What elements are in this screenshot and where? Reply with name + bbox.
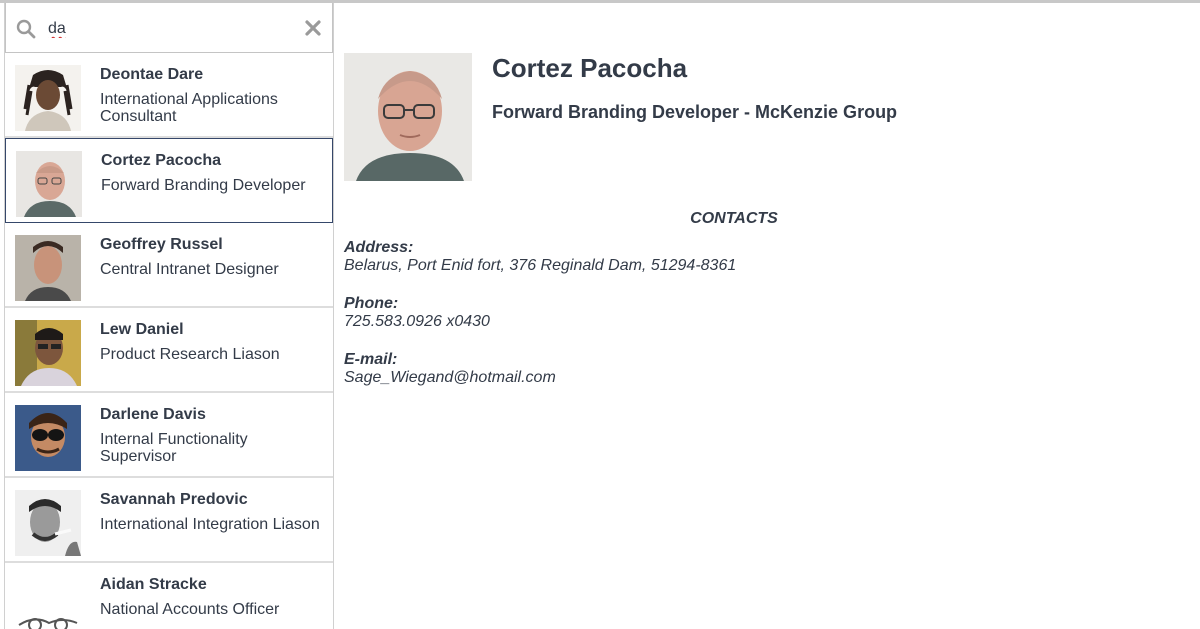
contacts-heading: CONTACTS	[690, 210, 778, 227]
contact-title: Product Research Liason	[100, 346, 280, 363]
search-input[interactable]	[46, 15, 296, 43]
contact-photo	[344, 53, 472, 181]
contact-list-panel: Deontae Dare International Applications …	[4, 3, 334, 629]
contact-name: Deontae Dare	[100, 66, 204, 83]
address-value: Belarus, Port Enid fort, 376 Reginald Da…	[344, 257, 737, 274]
contact-name: Darlene Davis	[100, 406, 206, 423]
contact-name: Geoffrey Russel	[100, 236, 223, 253]
list-item[interactable]: Deontae Dare International Applications …	[5, 53, 333, 138]
avatar	[15, 320, 81, 386]
email-label: E-mail:	[344, 351, 398, 368]
phone-value: 725.583.0926 x0430	[344, 313, 490, 330]
avatar	[15, 575, 81, 629]
detail-name: Cortez Pacocha	[492, 53, 688, 83]
detail-role: Forward Branding Developer - McKenzie Gr…	[492, 102, 898, 122]
search-bar	[5, 3, 333, 53]
contacts-app: Deontae Dare International Applications …	[0, 0, 1200, 629]
contact-list: Deontae Dare International Applications …	[5, 53, 333, 629]
avatar	[15, 405, 81, 471]
list-item[interactable]: Darlene Davis Internal Functionality Sup…	[5, 393, 333, 478]
list-item[interactable]: Geoffrey Russel Central Intranet Designe…	[5, 223, 333, 308]
email-value[interactable]: Sage_Wiegand@hotmail.com	[344, 369, 556, 387]
contact-name: Savannah Predovic	[100, 491, 248, 508]
contact-name: Aidan Stracke	[100, 576, 207, 593]
contact-title: Central Intranet Designer	[100, 261, 279, 278]
contact-title: International Applications Consultant	[100, 91, 278, 125]
list-item[interactable]: Lew Daniel Product Research Liason	[5, 308, 333, 393]
list-item[interactable]: Savannah Predovic International Integrat…	[5, 478, 333, 563]
phone-label: Phone:	[344, 295, 399, 312]
address-label: Address:	[344, 239, 414, 256]
contact-title: Internal Functionality Supervisor	[100, 431, 248, 465]
avatar	[15, 235, 81, 301]
search-icon	[16, 19, 36, 39]
contact-title: National Accounts Officer	[100, 601, 280, 618]
list-item-selected[interactable]: Cortez Pacocha Forward Branding Develope…	[5, 138, 333, 223]
avatar	[15, 490, 81, 556]
contact-title: International Integration Liason	[100, 516, 320, 533]
contact-detail: Cortez Pacocha Forward Branding Develope…	[344, 3, 1184, 629]
list-item[interactable]: Aidan Stracke National Accounts Officer	[5, 563, 333, 629]
avatar	[16, 151, 82, 217]
avatar	[15, 65, 81, 131]
contact-name: Lew Daniel	[100, 321, 184, 338]
contact-name: Cortez Pacocha	[101, 152, 222, 169]
close-icon[interactable]	[304, 19, 322, 37]
contact-title: Forward Branding Developer	[101, 177, 306, 194]
